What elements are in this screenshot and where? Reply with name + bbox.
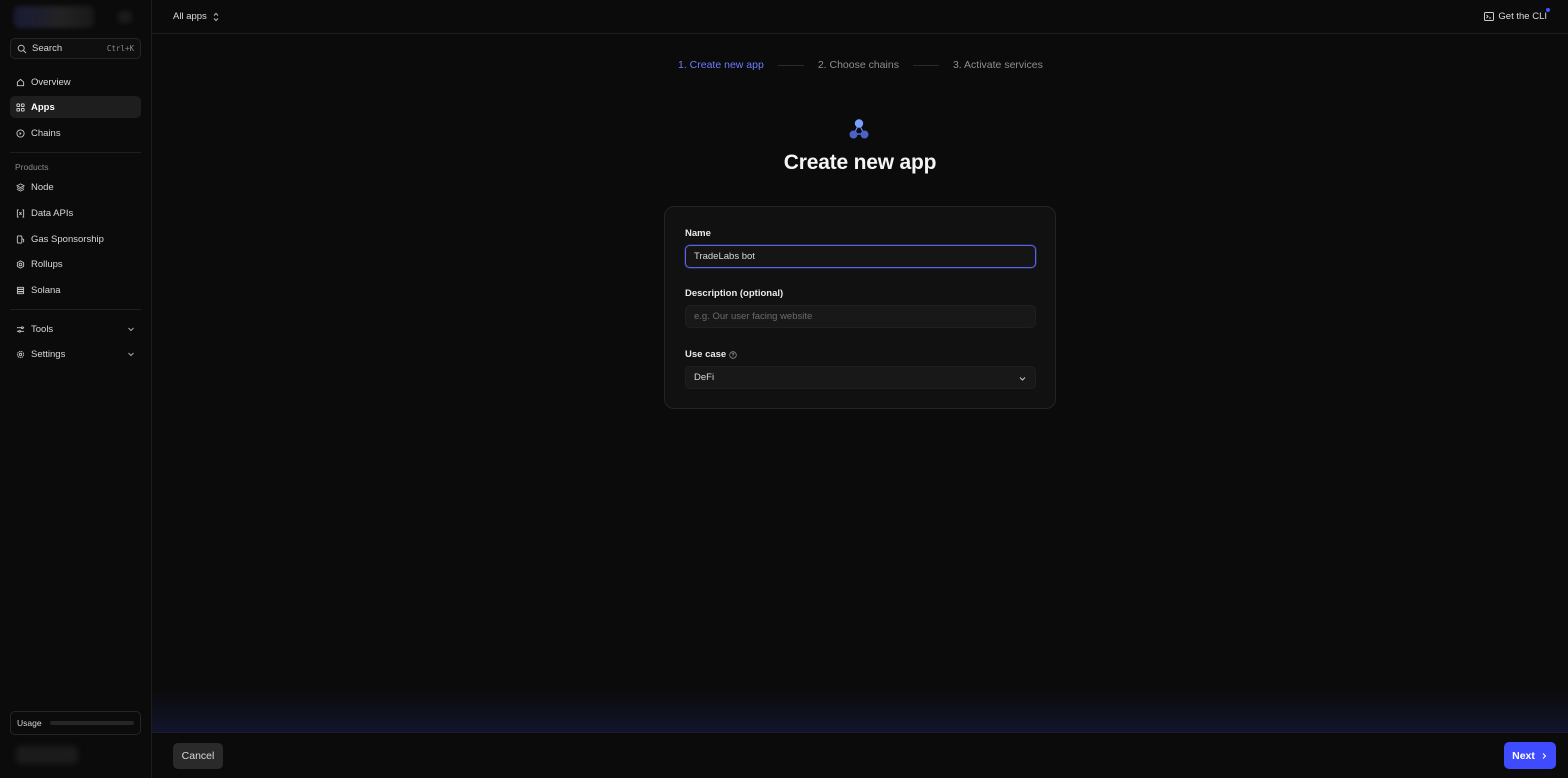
sidebar-divider: [10, 309, 141, 310]
chevron-right-icon: [1542, 752, 1547, 759]
name-label: Name: [685, 228, 711, 239]
use-case-select[interactable]: DeFi: [685, 366, 1036, 389]
footer-bar: Cancel Next: [152, 732, 1568, 778]
cancel-label: Cancel: [181, 750, 215, 762]
home-icon: [16, 78, 25, 86]
sidebar-item-label: Apps: [31, 101, 55, 113]
chevron-updown-icon: [213, 12, 219, 21]
sidebar-item-tools[interactable]: Tools: [10, 318, 141, 340]
next-label: Next: [1512, 749, 1535, 762]
sidebar-item-settings[interactable]: Settings: [10, 343, 141, 365]
app-cluster-icon: [849, 119, 869, 139]
get-cli-label: Get the CLI: [1498, 11, 1547, 22]
step-create-app: 1. Create new app: [678, 59, 764, 71]
products-section-label: Products: [15, 162, 49, 172]
name-input[interactable]: TradeLabs bot: [685, 245, 1036, 268]
chevron-down-icon: [1019, 377, 1026, 381]
search-icon: [17, 44, 27, 53]
sidebar-item-apps[interactable]: Apps: [10, 96, 141, 118]
next-button[interactable]: Next: [1504, 742, 1556, 769]
app-switcher-label: All apps: [173, 11, 207, 22]
solana-icon: [16, 286, 25, 294]
sidebar-item-label: Solana: [31, 284, 61, 296]
node-icon: [16, 182, 25, 192]
page-title: Create new app: [783, 151, 937, 174]
sidebar-item-label: Gas Sponsorship: [31, 233, 104, 245]
stepper: 1. Create new app 2. Choose chains 3. Ac…: [678, 59, 1043, 71]
chevron-down-icon: [128, 327, 134, 332]
sidebar-toggle-icon[interactable]: [118, 11, 132, 23]
user-menu[interactable]: [16, 746, 78, 764]
search-shortcut: Ctrl+K: [106, 44, 134, 53]
terminal-icon: [1484, 12, 1495, 21]
create-app-form: Name TradeLabs bot Description (optional…: [664, 206, 1056, 409]
footer-glow: [152, 690, 1568, 732]
sidebar-item-label: Data APIs: [31, 207, 74, 219]
use-case-label: Use case: [685, 349, 737, 360]
notification-dot: [1546, 8, 1550, 12]
help-circle-icon[interactable]: [729, 350, 737, 359]
data-apis-icon: [16, 208, 25, 218]
sidebar-item-node[interactable]: Node: [10, 176, 141, 198]
grid-icon: [16, 102, 25, 112]
use-case-label-text: Use case: [685, 349, 727, 360]
sidebar-divider: [10, 152, 141, 153]
topbar: All apps Get the CLI: [152, 0, 1568, 34]
step-connector: [912, 64, 939, 66]
cancel-button[interactable]: Cancel: [173, 743, 223, 769]
app-switcher[interactable]: All apps: [173, 11, 220, 22]
sidebar-item-label: Settings: [31, 348, 66, 360]
sidebar-item-label: Overview: [31, 76, 71, 88]
chevron-down-icon: [128, 352, 134, 357]
name-input-value: TradeLabs bot: [694, 251, 755, 262]
sidebar-item-label: Node: [31, 181, 54, 193]
sidebar-item-gas-sponsorship[interactable]: Gas Sponsorship: [10, 228, 141, 250]
search-label: Search: [32, 43, 63, 54]
gas-icon: [16, 234, 25, 244]
usage-label: Usage: [17, 718, 42, 728]
sidebar: Search Ctrl+K Overview Apps Chains Produ…: [0, 0, 152, 778]
sidebar-item-label: Tools: [31, 323, 54, 335]
get-cli-link[interactable]: Get the CLI: [1484, 8, 1550, 22]
search-button[interactable]: Search Ctrl+K: [10, 38, 141, 59]
description-label: Description (optional): [685, 288, 783, 299]
sidebar-item-label: Rollups: [31, 258, 63, 270]
sidebar-item-solana[interactable]: Solana: [10, 279, 141, 301]
chains-icon: [16, 128, 25, 138]
step-choose-chains: 2. Choose chains: [817, 59, 899, 71]
gear-icon: [16, 350, 25, 358]
description-placeholder: e.g. Our user facing website: [694, 311, 813, 322]
sidebar-item-rollups[interactable]: Rollups: [10, 253, 141, 275]
use-case-value: DeFi: [694, 372, 715, 383]
usage-meter[interactable]: Usage: [10, 711, 141, 735]
sidebar-item-label: Chains: [31, 127, 61, 139]
step-connector: [777, 64, 804, 66]
brand-logo[interactable]: [14, 6, 94, 28]
name-label-text: Name: [685, 228, 711, 239]
description-input[interactable]: e.g. Our user facing website: [685, 305, 1036, 328]
step-activate-services: 3. Activate services: [952, 59, 1043, 71]
usage-bar: [49, 721, 134, 725]
sidebar-item-chains[interactable]: Chains: [10, 122, 141, 144]
sidebar-item-overview[interactable]: Overview: [10, 71, 141, 93]
sidebar-item-data-apis[interactable]: Data APIs: [10, 202, 141, 224]
tools-icon: [16, 325, 25, 333]
description-label-text: Description (optional): [685, 288, 784, 299]
rollups-icon: [16, 259, 25, 269]
